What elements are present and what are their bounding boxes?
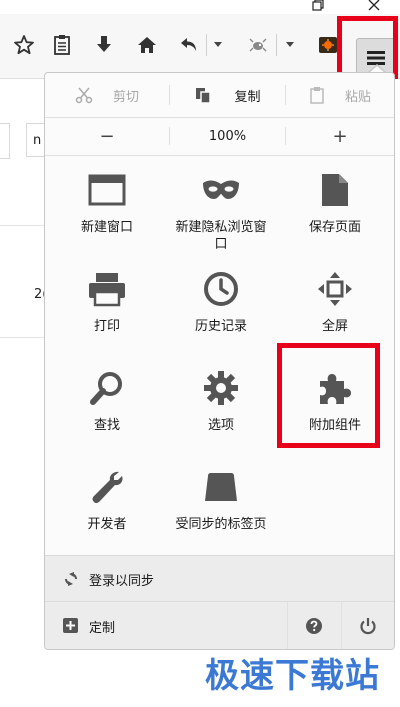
menu-footer: 定制 — [45, 601, 394, 649]
power-icon — [359, 617, 377, 635]
window-icon — [86, 169, 128, 211]
copy-button[interactable]: 复制 — [170, 73, 285, 117]
developer-button[interactable]: 开发者 — [49, 466, 165, 533]
search-icon — [86, 367, 128, 409]
cut-label: 剪切 — [112, 89, 139, 105]
customize-label: 定制 — [89, 620, 116, 636]
new-window-label: 新建窗口 — [80, 220, 133, 235]
chevron-down-icon[interactable] — [286, 42, 294, 47]
back-arrow-icon — [178, 34, 200, 56]
history-button[interactable]: 历史记录 — [163, 268, 279, 335]
zoom-level: 100% — [208, 128, 247, 144]
cut-button[interactable]: 剪切 — [45, 73, 169, 117]
paste-button[interactable]: 粘贴 — [286, 73, 394, 117]
sync-signin-row[interactable]: 登录以同步 — [45, 555, 394, 602]
addon-bug-button[interactable] — [246, 33, 270, 57]
fullscreen-icon — [314, 268, 356, 310]
print-button[interactable]: 打印 — [49, 268, 165, 335]
find-label: 查找 — [93, 418, 120, 433]
toolbar-separator — [276, 34, 277, 56]
find-button[interactable]: 查找 — [49, 367, 165, 434]
minus-icon: − — [99, 125, 115, 147]
wrench-icon — [86, 466, 128, 508]
history-label: 历史记录 — [194, 319, 247, 334]
mask-icon — [200, 169, 242, 211]
quit-button[interactable] — [342, 602, 394, 649]
edit-controls: 剪切 复制 粘贴 — [45, 73, 394, 118]
synced-tabs-button[interactable]: 受同步的标签页 — [163, 466, 279, 533]
divider — [0, 337, 44, 338]
fullscreen-label: 全屏 — [321, 319, 348, 334]
new-window-button[interactable]: 新建窗口 — [49, 169, 165, 236]
paste-label: 粘贴 — [344, 89, 371, 105]
toolbar-separator — [206, 34, 207, 56]
star-icon — [13, 34, 35, 56]
options-button[interactable]: 选项 — [163, 367, 279, 434]
download-icon — [94, 34, 114, 56]
printer-icon — [86, 268, 128, 310]
help-icon — [305, 617, 323, 635]
private-window-label: 新建隐私浏览窗口 — [175, 220, 267, 252]
copy-label: 复制 — [234, 89, 261, 105]
zoom-in-button[interactable]: + — [286, 117, 394, 155]
zoom-out-button[interactable]: − — [45, 117, 169, 155]
sync-icon — [63, 571, 79, 587]
bookmark-star-button[interactable] — [12, 33, 36, 57]
home-icon — [136, 34, 158, 56]
plus-icon: + — [332, 125, 348, 147]
addons-highlight — [277, 343, 380, 448]
customize-button[interactable]: 定制 — [45, 602, 285, 649]
downloads-button[interactable] — [92, 33, 116, 57]
restore-window-button[interactable] — [296, 0, 340, 14]
fullscreen-button[interactable]: 全屏 — [277, 268, 393, 335]
synced-tabs-label: 受同步的标签页 — [175, 517, 267, 532]
synced-tabs-icon — [200, 466, 242, 508]
restore-window-icon — [312, 0, 324, 11]
scissors-icon — [75, 86, 93, 104]
page-partial-text: n — [33, 132, 42, 148]
addon-orange-icon — [318, 35, 338, 55]
bug-addon-icon — [247, 34, 269, 56]
save-page-button[interactable]: 保存页面 — [277, 169, 393, 236]
options-label: 选项 — [207, 418, 234, 433]
plus-box-icon — [63, 618, 78, 633]
watermark-text: 极速下载站 — [205, 656, 380, 696]
gear-icon — [200, 367, 242, 409]
divider — [0, 225, 44, 226]
page-input-fragment — [0, 123, 10, 159]
clipboard-icon — [309, 86, 325, 104]
clock-icon — [200, 268, 242, 310]
reading-list-icon — [52, 34, 72, 56]
private-window-button[interactable]: 新建隐私浏览窗口 — [163, 169, 279, 253]
developer-label: 开发者 — [87, 517, 127, 532]
help-button[interactable] — [288, 602, 340, 649]
home-button[interactable] — [135, 33, 159, 57]
title-bar — [0, 0, 400, 14]
back-button[interactable] — [177, 33, 201, 57]
reading-list-button[interactable] — [50, 33, 74, 57]
zoom-controls: − 100% + — [45, 117, 394, 156]
chevron-down-icon[interactable] — [214, 42, 222, 47]
page-icon — [314, 169, 356, 211]
save-page-label: 保存页面 — [308, 220, 361, 235]
close-icon — [368, 0, 380, 11]
sync-label: 登录以同步 — [89, 573, 155, 589]
print-label: 打印 — [93, 319, 120, 334]
zoom-reset-button[interactable]: 100% — [170, 117, 285, 155]
copy-icon — [194, 86, 212, 104]
close-window-button[interactable] — [352, 0, 396, 14]
